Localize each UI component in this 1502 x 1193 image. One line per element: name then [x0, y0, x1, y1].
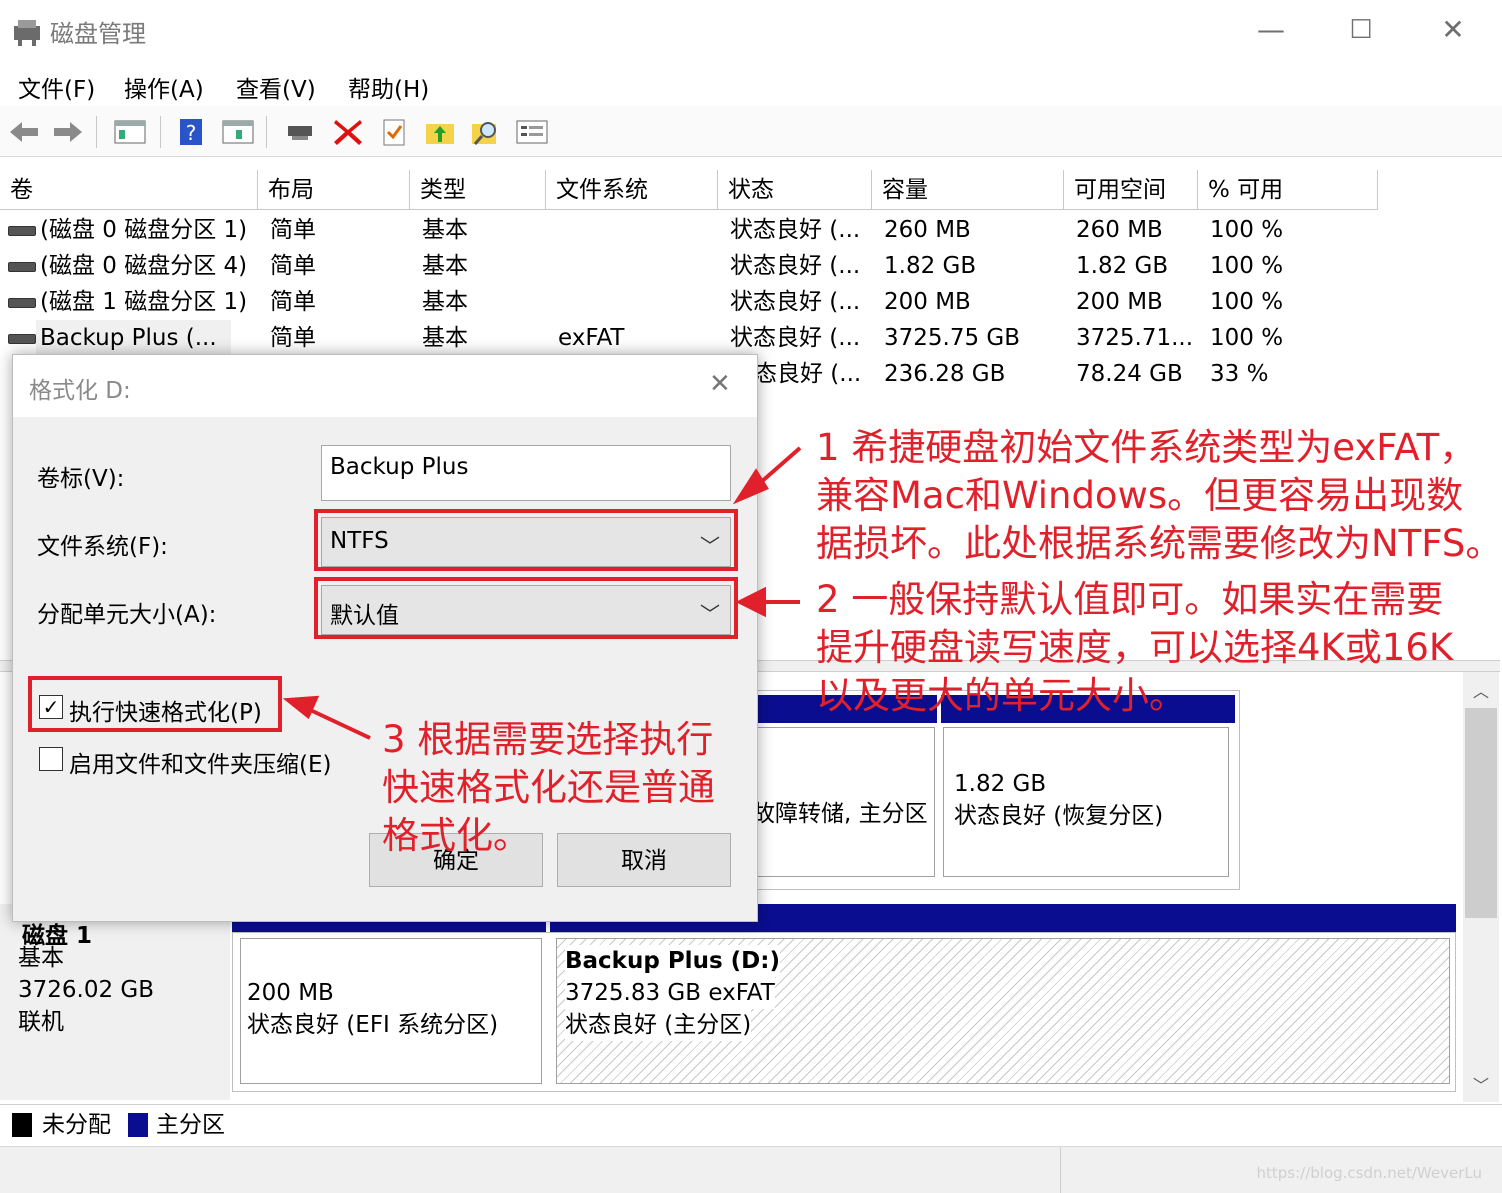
arrow-3-head	[282, 695, 320, 720]
note-3-line: 3 根据需要选择执行	[382, 718, 714, 761]
arrow-3-line	[305, 706, 371, 740]
note-2-line: 以及更大的单元大小。	[816, 674, 1186, 717]
note-1-line: 1 希捷硬盘初始文件系统类型为exFAT，	[816, 426, 1477, 469]
note-3-line: 格式化。	[382, 814, 530, 857]
note-1-line: 兼容Mac和Windows。但更容易出现数	[816, 474, 1464, 517]
note-2-line: 2 一般保持默认值即可。如果实在需要	[816, 578, 1444, 621]
arrow-1-head	[732, 468, 769, 505]
note-3: 3 根据需要选择执行 快速格式化还是普通 格式化。	[382, 716, 715, 860]
note-3-line: 快速格式化还是普通	[382, 766, 715, 809]
note-1-line: 据损坏。此处根据系统需要修改为NTFS。	[816, 522, 1502, 565]
note-1: 1 希捷硬盘初始文件系统类型为exFAT， 兼容Mac和Windows。但更容易…	[816, 424, 1502, 568]
note-2: 2 一般保持默认值即可。如果实在需要 提升硬盘读写速度，可以选择4K或16K 以…	[816, 576, 1453, 720]
arrow-2-head	[735, 586, 766, 618]
note-2-line: 提升硬盘读写速度，可以选择4K或16K	[816, 626, 1454, 669]
